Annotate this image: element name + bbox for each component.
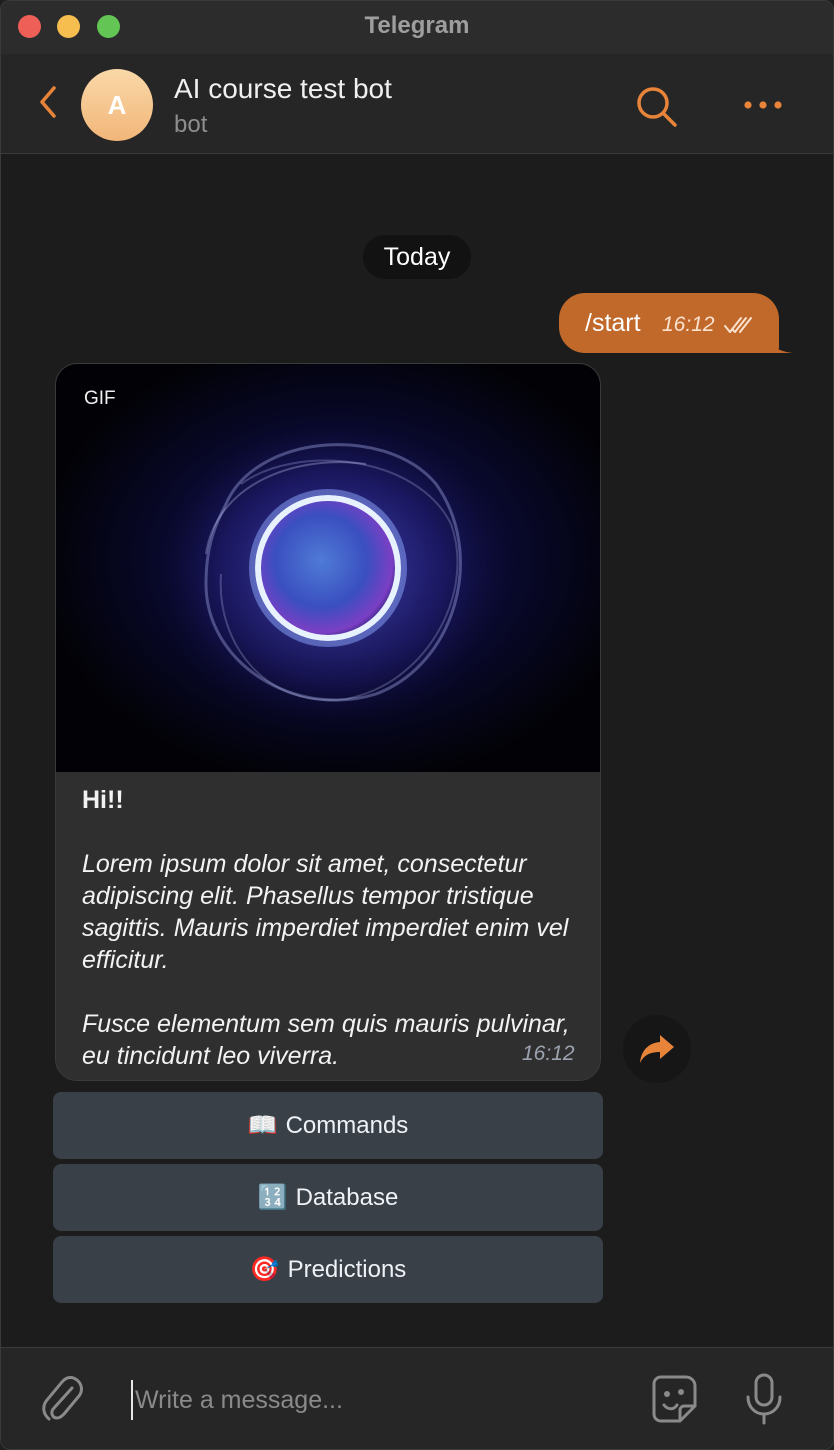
message-greeting: Hi!! [82, 786, 124, 814]
voice-record-button[interactable] [744, 1372, 784, 1426]
inline-button-label: Predictions [287, 1255, 407, 1283]
inline-button-label: Database [295, 1183, 399, 1211]
more-dots-icon [744, 101, 782, 109]
outgoing-message[interactable]: /start 16:12 [559, 293, 779, 353]
telegram-window: Telegram A AI course test bot bot Today [0, 0, 834, 1450]
book-icon: 📖 [247, 1112, 278, 1139]
sticker-icon [652, 1375, 697, 1423]
inline-button-label: Commands [285, 1111, 409, 1139]
title-bar: Telegram [1, 1, 833, 54]
app-title: Telegram [364, 12, 470, 39]
numbers-icon: 🔢 [257, 1184, 288, 1211]
gif-badge: GIF [84, 388, 116, 409]
chevron-left-icon [40, 86, 56, 118]
incoming-message-time: 16:12 [522, 1042, 575, 1065]
avatar[interactable]: A [81, 69, 153, 141]
paperclip-icon [42, 1376, 83, 1421]
inline-button-database[interactable]: 🔢 Database [53, 1164, 603, 1231]
gif-media[interactable]: GIF [56, 364, 600, 772]
microphone-icon [746, 1373, 782, 1425]
inline-button-predictions[interactable]: 🎯 Predictions [53, 1236, 603, 1303]
sticker-button[interactable] [646, 1372, 700, 1426]
chat-header: A AI course test bot bot [1, 54, 833, 154]
attach-button[interactable] [39, 1374, 85, 1424]
more-button[interactable] [741, 94, 785, 116]
outgoing-message-text: /start [585, 309, 641, 337]
incoming-message-text: Hi!! Lorem ipsum dolor sit amet, consect… [82, 784, 582, 1072]
message-input[interactable] [131, 1380, 617, 1420]
share-button[interactable] [623, 1015, 691, 1083]
chat-title[interactable]: AI course test bot [174, 73, 392, 105]
message-paragraph-1: Lorem ipsum dolor sit amet, consectetur … [82, 850, 569, 974]
glowing-orb-image [141, 404, 521, 744]
share-arrow-icon [640, 1035, 674, 1063]
back-button[interactable] [34, 82, 64, 122]
target-icon: 🎯 [249, 1256, 280, 1283]
message-paragraph-2: Fusce elementum sem quis mauris pulvinar… [82, 1010, 570, 1070]
double-check-icon [724, 317, 752, 333]
search-icon [637, 87, 677, 127]
search-button[interactable] [634, 84, 680, 130]
chat-status: bot [174, 111, 208, 138]
inline-button-commands[interactable]: 📖 Commands [53, 1092, 603, 1159]
date-separator: Today [363, 235, 471, 279]
outgoing-message-time: 16:12 [662, 313, 715, 336]
incoming-message[interactable]: GIF Hi!! Lorem ipsum dolor sit amet, con… [55, 363, 601, 1081]
message-composer [1, 1347, 833, 1449]
